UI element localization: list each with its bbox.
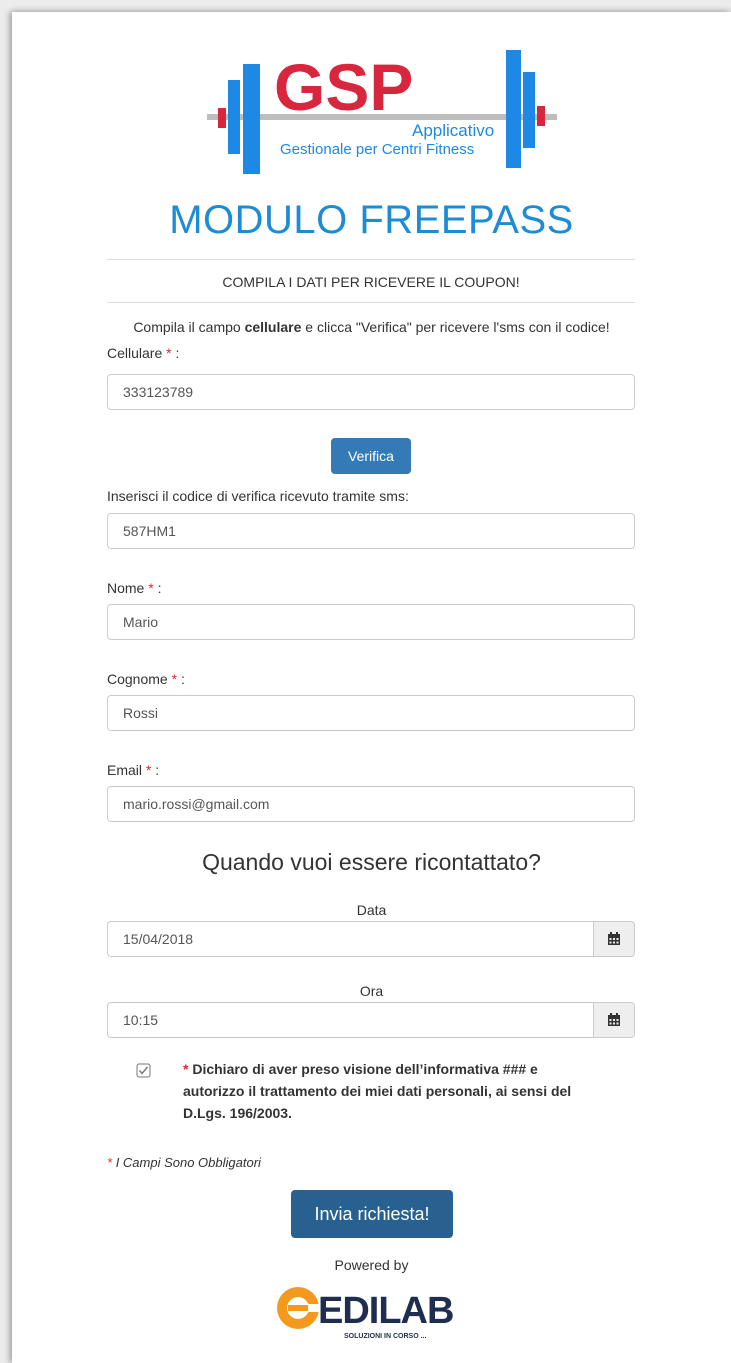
required-mark: * [148,580,154,596]
instructions-bold: cellulare [244,319,302,335]
form-subheading: COMPILA I DATI PER RICEVERE IL COUPON! [222,274,520,290]
required-mark: * [166,345,172,361]
verification-code-label: Inserisci il codice di verifica ricevuto… [107,488,409,504]
data-label: Data [356,902,387,918]
instructions-prefix: Compila il campo [133,319,245,335]
logo-applicativo-text: Applicativo [412,121,494,140]
date-picker-button[interactable] [593,921,635,957]
instructions-suffix: e clicca "Verifica" per ricevere l'sms c… [301,319,610,335]
page-title: MODULO FREEPASS [169,198,574,242]
mandatory-fields-note: * I Campi Sono Obbligatori [107,1155,261,1170]
edilab-logo: EDILAB SOLUZIONI IN CORSO ... [277,1287,454,1340]
cellulare-label-text: Cellulare [107,345,163,361]
divider-bottom [107,302,635,303]
time-input-group: 10:15 [107,1002,635,1038]
edilab-tagline: SOLUZIONI IN CORSO ... [344,1333,427,1340]
gsp-logo: GSP Applicativo Gestionale per Centri Fi… [207,50,557,174]
cellulare-input[interactable]: 333123789 [107,374,635,410]
label-colon: : [175,345,180,361]
instructions-text: Compila il campo cellulare e clicca "Ver… [12,319,731,335]
privacy-checkbox[interactable] [136,1063,151,1078]
label-colon: : [180,671,185,687]
cognome-label: Cognome * : [107,671,185,687]
date-input-group: 15/04/2018 [107,921,635,957]
required-mark: * [107,1155,113,1170]
ora-label: Ora [359,983,384,999]
privacy-declaration: * Dichiaro di aver preso visione dell’in… [183,1058,603,1124]
email-label-text: Email [107,762,143,778]
label-colon: : [157,580,162,596]
required-mark: * [145,762,152,778]
logo-gsp-text: GSP [274,50,413,124]
cognome-label-text: Cognome [107,671,168,687]
mandatory-fields-text: I Campi Sono Obbligatori [115,1155,261,1170]
required-mark: * [171,671,178,687]
edilab-wordmark: EDILAB [318,1290,453,1332]
nome-label: Nome * : [107,580,161,596]
divider-top [107,259,635,260]
powered-by-label: Powered by [334,1257,409,1273]
time-picker-button[interactable] [593,1002,635,1038]
email-label: Email * : [107,762,159,778]
nome-label-text: Nome [107,580,145,596]
required-mark: * [183,1061,189,1077]
logo-tagline-text: Gestionale per Centri Fitness [280,141,474,158]
cognome-input[interactable]: Rossi [107,695,635,731]
submit-request-button[interactable]: Invia richiesta! [291,1190,453,1238]
verification-code-input[interactable]: 587HM1 [107,513,635,549]
privacy-declaration-text: Dichiaro di aver preso visione dell’info… [183,1061,572,1121]
freepass-form-page: GSP Applicativo Gestionale per Centri Fi… [12,12,731,1363]
calendar-icon [608,1013,620,1026]
nome-input[interactable]: Mario [107,604,635,640]
cellulare-label: Cellulare * : [107,345,179,361]
email-input[interactable]: mario.rossi@gmail.com [107,786,635,822]
time-input[interactable]: 10:15 [107,1002,593,1038]
label-colon: : [155,762,160,778]
date-input[interactable]: 15/04/2018 [107,921,593,957]
verify-button[interactable]: Verifica [331,438,411,474]
contact-question-heading: Quando vuoi essere ricontattato? [202,849,541,875]
calendar-icon [608,932,620,945]
